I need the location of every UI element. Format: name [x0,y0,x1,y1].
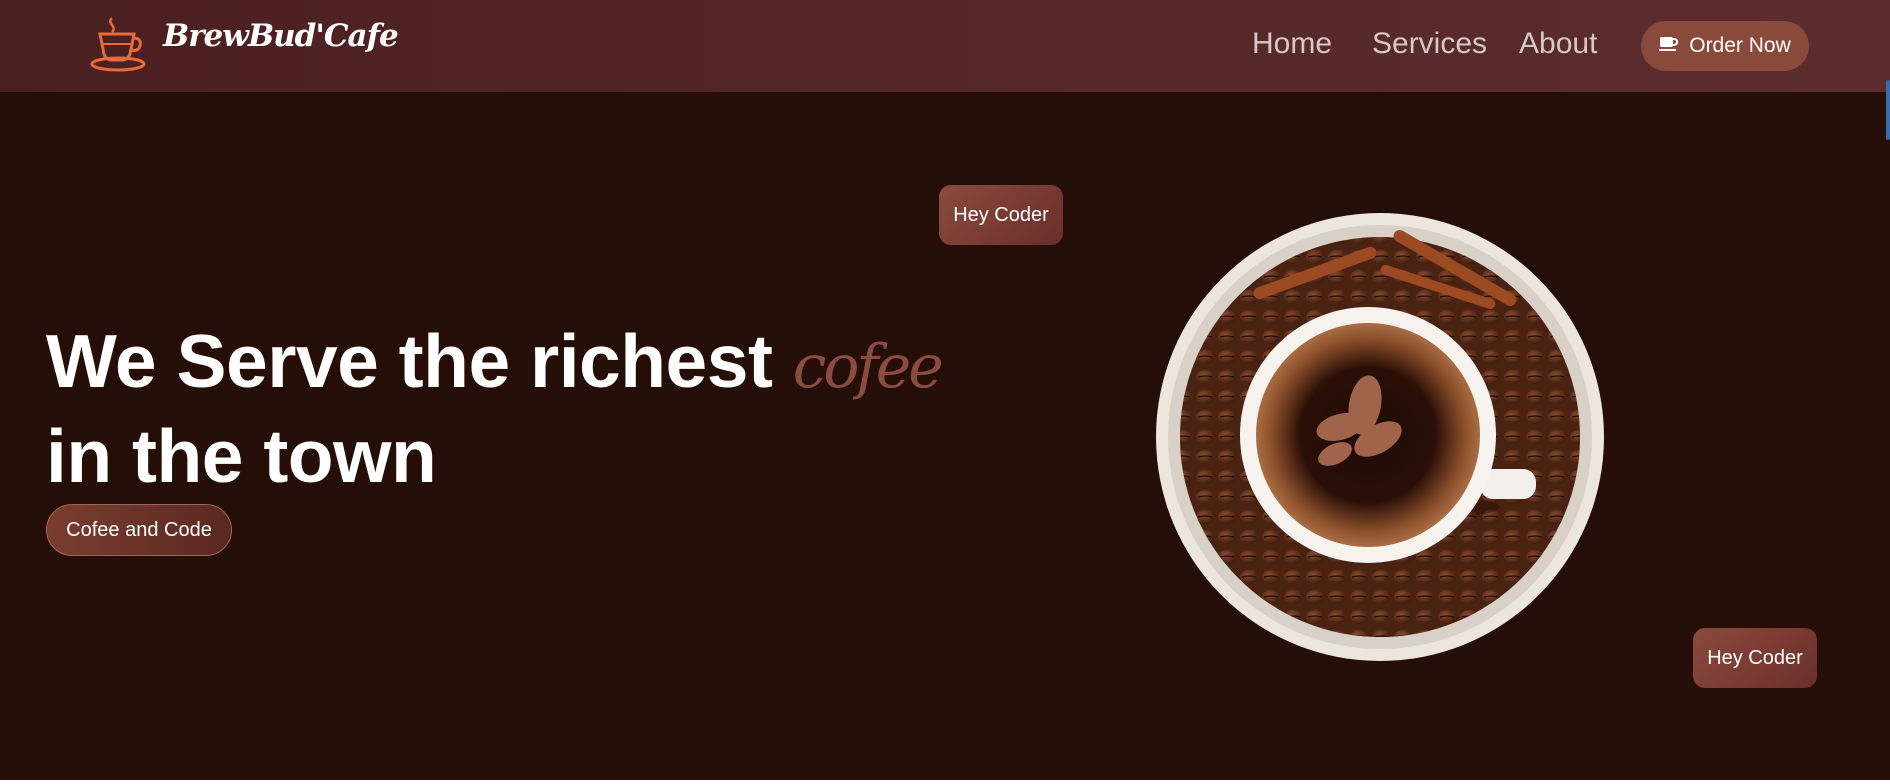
order-now-label: Order Now [1689,34,1791,57]
headline-part-1: We Serve the richest [46,319,793,403]
nav-services[interactable]: Services [1372,27,1487,61]
nav-about[interactable]: About [1519,27,1597,61]
cup-icon [1659,34,1679,58]
coffee-cup-icon[interactable] [90,16,150,72]
nav-home[interactable]: Home [1252,27,1332,61]
hey-coder-tag-top: Hey Coder [939,185,1063,245]
coffee-cup-image [1156,213,1604,661]
hero-section: Hey Coder We Serve the richest cofee in … [0,92,1890,780]
cofee-and-code-button[interactable]: Cofee and Code [46,504,232,556]
navbar: BrewBud'Cafe Home Services About Order N… [0,0,1890,92]
hey-coder-tag-bottom: Hey Coder [1693,628,1817,688]
order-now-button[interactable]: Order Now [1641,21,1809,71]
hero-headline: We Serve the richest cofee in the town [46,317,944,501]
logo-text[interactable]: BrewBud'Cafe [163,18,399,54]
scrollbar-thumb[interactable] [1886,80,1890,140]
headline-accent: cofee [792,332,944,402]
headline-part-2: in the town [46,414,437,498]
